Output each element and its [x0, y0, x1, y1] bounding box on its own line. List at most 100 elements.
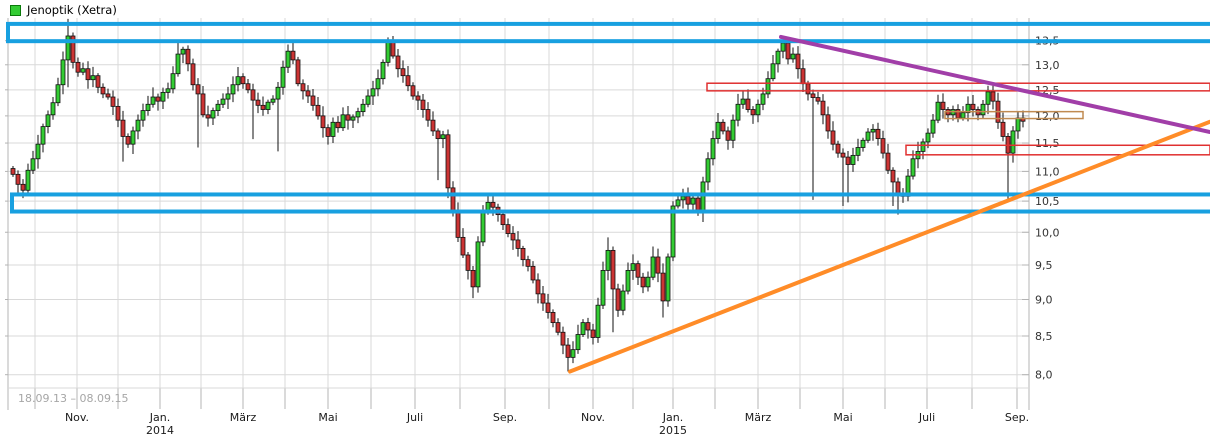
candle-up — [91, 76, 95, 80]
candle-up — [646, 277, 650, 287]
candle-down — [471, 270, 475, 286]
candle-down — [326, 128, 330, 137]
candle-down — [301, 84, 305, 91]
candle-down — [721, 122, 725, 131]
candle-up — [706, 159, 710, 182]
candle-up — [606, 250, 610, 270]
candle-down — [786, 43, 790, 59]
candle-down — [586, 323, 590, 330]
candle-up — [56, 85, 60, 103]
candle-up — [736, 104, 740, 120]
candle-down — [746, 99, 750, 109]
candle-up — [631, 264, 635, 271]
candle-up — [386, 42, 390, 63]
candle-down — [406, 76, 410, 86]
candle-down — [956, 110, 960, 118]
candle-up — [851, 155, 855, 164]
candle-down — [876, 129, 880, 138]
date-range-label: 18.09.13 – 08.09.15 — [18, 392, 128, 405]
candle-down — [11, 169, 15, 175]
candle-up — [51, 103, 55, 115]
candle-up — [791, 54, 795, 59]
candle-down — [186, 49, 190, 64]
candle-up — [676, 200, 680, 206]
month-axis-label: Sep. — [493, 411, 517, 424]
candle-up — [211, 111, 215, 118]
month-axis-label: Juli — [918, 411, 935, 424]
candle-down — [206, 115, 210, 118]
candle-up — [776, 51, 780, 64]
candle-down — [536, 280, 540, 294]
candle-up — [221, 99, 225, 104]
candle-down — [561, 332, 565, 345]
month-axis-label: März — [745, 411, 772, 424]
candle-down — [96, 76, 100, 88]
price-axis-label: 11,5 — [1035, 137, 1060, 150]
candle-down — [311, 96, 315, 105]
candle-up — [216, 104, 220, 110]
candle-down — [521, 248, 525, 259]
candle-up — [476, 242, 480, 287]
candle-up — [731, 120, 735, 140]
price-axis-label: 9,5 — [1035, 259, 1053, 272]
candle-down — [816, 98, 820, 102]
candle-down — [336, 122, 340, 127]
candle-up — [481, 212, 485, 242]
candle-down — [546, 303, 550, 312]
candle-up — [856, 148, 860, 156]
candle-up — [571, 350, 575, 358]
candle-up — [651, 257, 655, 277]
candle-up — [271, 99, 275, 102]
candle-up — [576, 334, 580, 349]
candle-down — [556, 323, 560, 333]
candle-up — [1016, 118, 1020, 131]
candle-up — [341, 115, 345, 128]
month-axis-label: Mai — [833, 411, 852, 424]
candle-down — [421, 100, 425, 109]
candle-up — [711, 139, 715, 159]
candle-up — [921, 142, 925, 151]
candle-up — [381, 62, 385, 78]
candle-down — [881, 139, 885, 153]
price-axis-label: 10,5 — [1035, 195, 1060, 208]
candle-down — [941, 102, 945, 109]
candle-up — [276, 87, 280, 99]
candle-up — [286, 51, 290, 67]
candle-down — [401, 69, 405, 76]
candle-up — [981, 104, 985, 115]
candle-up — [741, 99, 745, 104]
candle-down — [826, 115, 830, 131]
candle-up — [671, 206, 675, 257]
candle-down — [501, 215, 505, 225]
candle-down — [836, 144, 840, 153]
candle-down — [516, 240, 520, 248]
candle-down — [436, 131, 440, 139]
candle-up — [351, 117, 355, 120]
candle-down — [846, 157, 850, 164]
candle-down — [291, 51, 295, 60]
candle-down — [306, 91, 310, 96]
candle-down — [531, 266, 535, 280]
candle-down — [751, 110, 755, 115]
candle-up — [626, 270, 630, 291]
candle-up — [781, 43, 785, 51]
candle-up — [226, 94, 230, 99]
candle-up — [146, 104, 150, 110]
stock-chart: 13,513,012,512,011,511,010,510,09,59,08,… — [0, 0, 1210, 441]
month-axis-label: Mai — [318, 411, 337, 424]
candle-down — [106, 94, 110, 97]
candle-up — [681, 196, 685, 200]
candle-up — [136, 120, 140, 131]
candle-down — [396, 56, 400, 69]
candle-up — [41, 127, 45, 145]
candle-down — [201, 94, 205, 115]
candle-down — [156, 97, 160, 101]
candle-up — [281, 67, 285, 87]
candle-up — [861, 140, 865, 147]
candle-down — [991, 92, 995, 101]
candle-down — [661, 273, 665, 301]
candle-up — [356, 112, 360, 117]
candle-down — [551, 312, 555, 322]
candle-up — [31, 159, 35, 170]
candle-up — [161, 92, 165, 101]
